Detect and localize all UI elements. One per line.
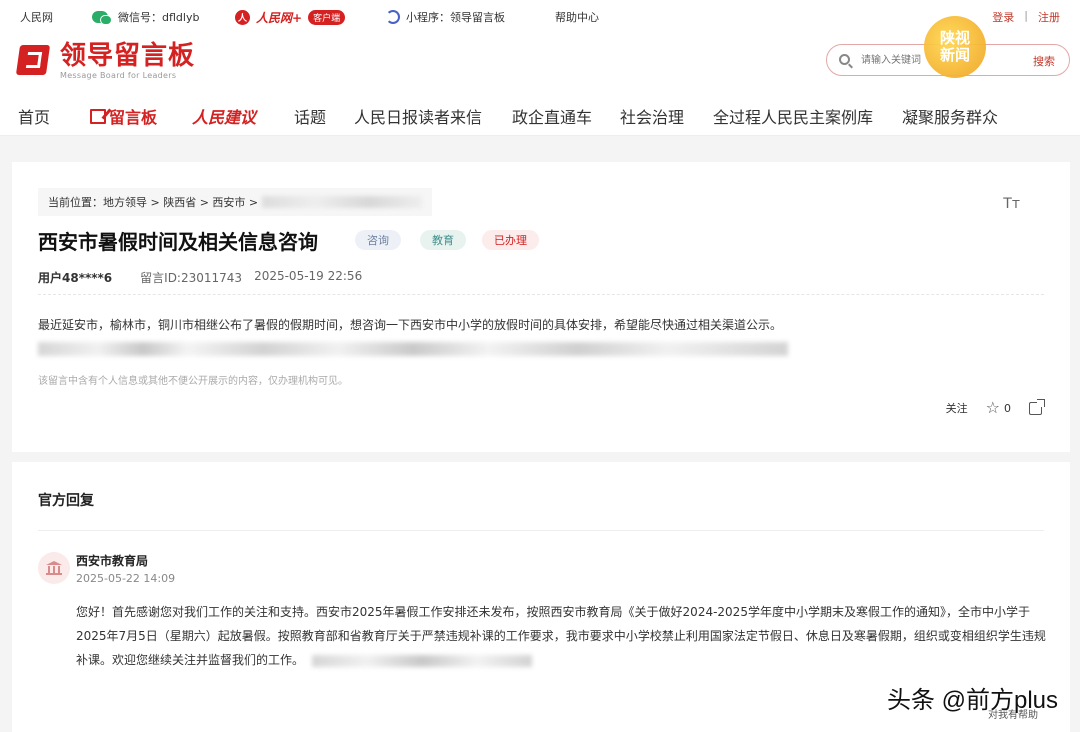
star-icon: ☆ [985, 398, 1000, 417]
question-body: 最近延安市，榆林市，铜川市相继公布了暑假的假期时间，想咨询一下西安市中小学的放假… [38, 318, 783, 332]
watermark-badge-text: 陕视新闻 [939, 29, 970, 64]
avatar [38, 552, 70, 584]
government-building-icon [46, 561, 62, 575]
nav-serve-masses[interactable]: 凝聚服务群众 [902, 104, 998, 128]
wechat-info: 微信号：dfldlyb [92, 9, 199, 25]
logo-subtitle: Message Board for Leaders [60, 71, 177, 80]
nav-home[interactable]: 首页 [18, 104, 50, 128]
reply-text: 您好！首先感谢您对我们工作的关注和支持。西安市2025年暑假工作安排还未发布，按… [76, 605, 1046, 667]
search-icon [839, 54, 850, 65]
nav-social-governance[interactable]: 社会治理 [620, 104, 684, 128]
nav-topics[interactable]: 话题 [294, 104, 326, 128]
mini-program-icon [386, 10, 400, 24]
question-card: 当前位置：地方领导 > 陕西省 > 西安市 > Tт 西安市暑假时间及相关信息咨… [12, 162, 1070, 452]
like-count: 0 [1004, 401, 1011, 415]
message-id: 留言ID:23011743 [140, 271, 243, 285]
breadcrumb-redacted [262, 196, 423, 208]
auth-links: 登录 | 注册 [992, 9, 1060, 25]
question-title: 西安市暑假时间及相关信息咨询 [38, 230, 318, 254]
question-meta: 用户48****6 留言ID:23011743 2025-05-19 22:56 [38, 269, 362, 286]
user-name: 用户48****6 [38, 271, 113, 285]
rmw-logo-icon: 人 [235, 10, 250, 25]
login-link[interactable]: 登录 [992, 9, 1014, 25]
search-button[interactable]: 搜索 [1033, 53, 1055, 69]
nav-message-board-label: 留言板 [109, 108, 158, 127]
help-center-label[interactable]: 帮助中心 [555, 9, 599, 25]
rmw-logo-text: 人民网+ [256, 11, 303, 25]
shaanxi-news-watermark: 陕视新闻 [924, 16, 986, 78]
reply-heading: 官方回复 [38, 493, 94, 509]
wechat-icon [92, 11, 112, 25]
share-icon[interactable] [1029, 398, 1045, 415]
toutiao-watermark: 头条 @前方plus [886, 687, 1058, 714]
people-net-link[interactable]: 人民网 [20, 9, 53, 25]
privacy-notice: 该留言中含有个人信息或其他不便公开展示的内容，仅办理机构可见。 [38, 376, 348, 387]
tag-consult: 咨询 [355, 230, 401, 250]
site-header: 领导留言板 Message Board for Leaders 搜索 [0, 32, 1080, 96]
message-time: 2025-05-19 22:56 [254, 269, 363, 283]
nav-people-suggestion[interactable]: 人民建议 [192, 104, 256, 128]
rmw-badge: 客户端 [308, 10, 346, 25]
mini-program-label: 小程序：领导留言板 [406, 11, 505, 24]
like-button[interactable]: ☆ 0 [986, 400, 1011, 416]
rmw-app-link[interactable]: 人 人民网+ 客户端 [235, 9, 346, 26]
redacted-line [38, 342, 788, 356]
question-actions: 关注 ☆ 0 [946, 398, 1045, 416]
nav-reader-letters[interactable]: 人民日报读者来信 [354, 104, 482, 128]
tag-education: 教育 [420, 230, 466, 250]
main-nav: 首页 留言板 人民建议 话题 人民日报读者来信 政企直通车 社会治理 全过程人民… [0, 96, 1080, 136]
site-label[interactable]: 人民网 [20, 9, 53, 25]
breadcrumb: 当前位置：地方领导 > 陕西省 > 西安市 > [38, 188, 433, 216]
reply-body: 您好！首先感谢您对我们工作的关注和支持。西安市2025年暑假工作安排还未发布，按… [76, 600, 1050, 672]
font-size-icon[interactable]: Tт [1003, 196, 1020, 212]
follow-button[interactable]: 关注 [946, 400, 968, 416]
reply-divider [38, 530, 1044, 531]
site-logo[interactable]: 领导留言板 Message Board for Leaders [15, 41, 196, 80]
reply-org: 西安市教育局 [76, 554, 149, 568]
status-badge: 已办理 [482, 230, 539, 250]
register-link[interactable]: 注册 [1038, 9, 1060, 25]
meta-divider [38, 294, 1044, 295]
help-center-link[interactable]: 帮助中心 [555, 9, 599, 25]
edit-icon [90, 108, 106, 124]
nav-message-board[interactable]: 留言板 [90, 104, 157, 128]
reply-date: 2025-05-22 14:09 [76, 572, 176, 585]
logo-mark-icon [15, 43, 54, 79]
reply-redacted [312, 654, 533, 667]
breadcrumb-text[interactable]: 当前位置：地方领导 > 陕西省 > 西安市 > [48, 194, 258, 210]
wechat-label: 微信号：dfldlyb [118, 11, 200, 24]
nav-democracy-cases[interactable]: 全过程人民民主案例库 [713, 104, 873, 128]
top-bar: 人民网 微信号：dfldlyb 人 人民网+ 客户端 小程序：领导留言板 帮助中… [0, 0, 1080, 32]
nav-enterprise[interactable]: 政企直通车 [512, 104, 592, 128]
nav-people-suggestion-label: 人民建议 [192, 108, 257, 127]
mini-program-info[interactable]: 小程序：领导留言板 [386, 9, 505, 25]
logo-title: 领导留言板 [60, 41, 196, 71]
auth-separator: | [1024, 9, 1028, 22]
